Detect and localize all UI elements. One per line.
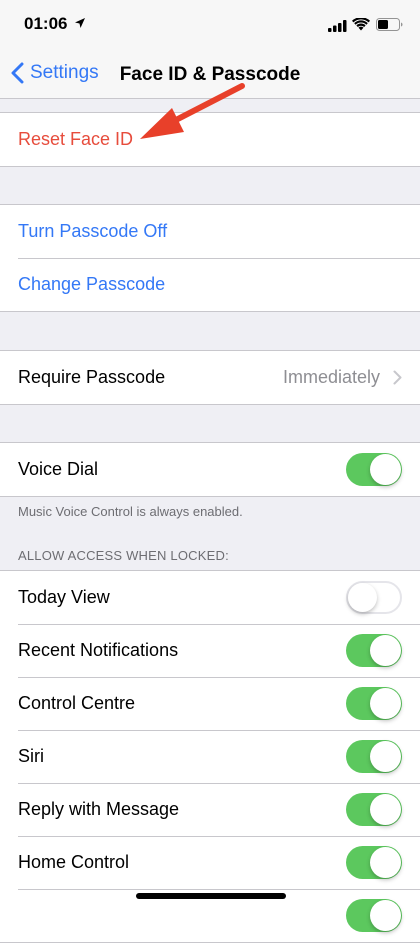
annotation-arrow-icon: [140, 83, 245, 139]
home-indicator[interactable]: [136, 893, 286, 899]
